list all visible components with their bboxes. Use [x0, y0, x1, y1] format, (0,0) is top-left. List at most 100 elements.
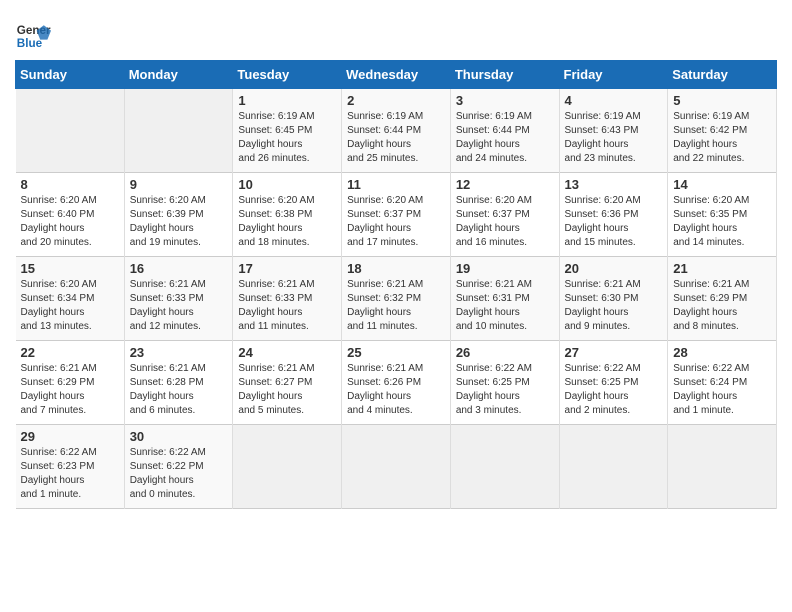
calendar-cell: 17 Sunrise: 6:21 AMSunset: 6:33 PMDaylig… — [233, 257, 342, 341]
calendar-cell: 1 Sunrise: 6:19 AMSunset: 6:45 PMDayligh… — [233, 89, 342, 173]
header-cell-sunday: Sunday — [16, 61, 125, 89]
calendar-cell — [124, 89, 233, 173]
cell-details: Sunrise: 6:21 AMSunset: 6:33 PMDaylight … — [130, 279, 206, 332]
cell-details: Sunrise: 6:21 AMSunset: 6:28 PMDaylight … — [130, 363, 206, 416]
day-number: 21 — [673, 261, 771, 276]
calendar-cell: 10 Sunrise: 6:20 AMSunset: 6:38 PMDaylig… — [233, 173, 342, 257]
day-number: 2 — [347, 93, 445, 108]
calendar-week-row: 22 Sunrise: 6:21 AMSunset: 6:29 PMDaylig… — [16, 341, 777, 425]
calendar-cell: 14 Sunrise: 6:20 AMSunset: 6:35 PMDaylig… — [668, 173, 777, 257]
day-number: 14 — [673, 177, 771, 192]
day-number: 5 — [673, 93, 771, 108]
day-number: 1 — [238, 93, 336, 108]
calendar-cell: 12 Sunrise: 6:20 AMSunset: 6:37 PMDaylig… — [450, 173, 559, 257]
calendar-cell: 26 Sunrise: 6:22 AMSunset: 6:25 PMDaylig… — [450, 341, 559, 425]
cell-details: Sunrise: 6:20 AMSunset: 6:36 PMDaylight … — [565, 195, 641, 248]
day-number: 3 — [456, 93, 554, 108]
calendar-week-row: 15 Sunrise: 6:20 AMSunset: 6:34 PMDaylig… — [16, 257, 777, 341]
cell-details: Sunrise: 6:21 AMSunset: 6:29 PMDaylight … — [21, 363, 97, 416]
calendar-cell: 23 Sunrise: 6:21 AMSunset: 6:28 PMDaylig… — [124, 341, 233, 425]
calendar-cell: 16 Sunrise: 6:21 AMSunset: 6:33 PMDaylig… — [124, 257, 233, 341]
day-number: 27 — [565, 345, 663, 360]
calendar-cell: 19 Sunrise: 6:21 AMSunset: 6:31 PMDaylig… — [450, 257, 559, 341]
cell-details: Sunrise: 6:21 AMSunset: 6:32 PMDaylight … — [347, 279, 423, 332]
calendar-cell — [450, 425, 559, 509]
cell-details: Sunrise: 6:20 AMSunset: 6:38 PMDaylight … — [238, 195, 314, 248]
cell-details: Sunrise: 6:19 AMSunset: 6:44 PMDaylight … — [456, 111, 532, 164]
calendar-week-row: 8 Sunrise: 6:20 AMSunset: 6:40 PMDayligh… — [16, 173, 777, 257]
cell-details: Sunrise: 6:20 AMSunset: 6:35 PMDaylight … — [673, 195, 749, 248]
cell-details: Sunrise: 6:22 AMSunset: 6:25 PMDaylight … — [565, 363, 641, 416]
header-cell-monday: Monday — [124, 61, 233, 89]
day-number: 11 — [347, 177, 445, 192]
calendar-header-row: SundayMondayTuesdayWednesdayThursdayFrid… — [16, 61, 777, 89]
calendar-cell: 27 Sunrise: 6:22 AMSunset: 6:25 PMDaylig… — [559, 341, 668, 425]
calendar-cell — [342, 425, 451, 509]
cell-details: Sunrise: 6:19 AMSunset: 6:44 PMDaylight … — [347, 111, 423, 164]
calendar-cell: 25 Sunrise: 6:21 AMSunset: 6:26 PMDaylig… — [342, 341, 451, 425]
day-number: 15 — [21, 261, 119, 276]
cell-details: Sunrise: 6:21 AMSunset: 6:27 PMDaylight … — [238, 363, 314, 416]
cell-details: Sunrise: 6:20 AMSunset: 6:34 PMDaylight … — [21, 279, 97, 332]
day-number: 10 — [238, 177, 336, 192]
calendar-cell: 13 Sunrise: 6:20 AMSunset: 6:36 PMDaylig… — [559, 173, 668, 257]
cell-details: Sunrise: 6:19 AMSunset: 6:42 PMDaylight … — [673, 111, 749, 164]
day-number: 29 — [21, 429, 119, 444]
calendar-cell: 20 Sunrise: 6:21 AMSunset: 6:30 PMDaylig… — [559, 257, 668, 341]
cell-details: Sunrise: 6:19 AMSunset: 6:43 PMDaylight … — [565, 111, 641, 164]
day-number: 19 — [456, 261, 554, 276]
calendar-cell: 22 Sunrise: 6:21 AMSunset: 6:29 PMDaylig… — [16, 341, 125, 425]
day-number: 24 — [238, 345, 336, 360]
calendar-cell: 2 Sunrise: 6:19 AMSunset: 6:44 PMDayligh… — [342, 89, 451, 173]
cell-details: Sunrise: 6:21 AMSunset: 6:33 PMDaylight … — [238, 279, 314, 332]
calendar-cell — [16, 89, 125, 173]
day-number: 9 — [130, 177, 228, 192]
calendar-cell — [559, 425, 668, 509]
logo: General Blue — [15, 18, 55, 54]
calendar-cell: 15 Sunrise: 6:20 AMSunset: 6:34 PMDaylig… — [16, 257, 125, 341]
calendar-cell: 8 Sunrise: 6:20 AMSunset: 6:40 PMDayligh… — [16, 173, 125, 257]
day-number: 23 — [130, 345, 228, 360]
calendar-cell: 4 Sunrise: 6:19 AMSunset: 6:43 PMDayligh… — [559, 89, 668, 173]
calendar-cell: 29 Sunrise: 6:22 AMSunset: 6:23 PMDaylig… — [16, 425, 125, 509]
cell-details: Sunrise: 6:21 AMSunset: 6:26 PMDaylight … — [347, 363, 423, 416]
generalblue-logo-icon: General Blue — [15, 18, 51, 54]
calendar-week-row: 29 Sunrise: 6:22 AMSunset: 6:23 PMDaylig… — [16, 425, 777, 509]
cell-details: Sunrise: 6:20 AMSunset: 6:40 PMDaylight … — [21, 195, 97, 248]
cell-details: Sunrise: 6:20 AMSunset: 6:37 PMDaylight … — [456, 195, 532, 248]
day-number: 8 — [21, 177, 119, 192]
day-number: 25 — [347, 345, 445, 360]
cell-details: Sunrise: 6:21 AMSunset: 6:29 PMDaylight … — [673, 279, 749, 332]
calendar-cell: 28 Sunrise: 6:22 AMSunset: 6:24 PMDaylig… — [668, 341, 777, 425]
day-number: 4 — [565, 93, 663, 108]
header-cell-thursday: Thursday — [450, 61, 559, 89]
cell-details: Sunrise: 6:20 AMSunset: 6:37 PMDaylight … — [347, 195, 423, 248]
svg-text:Blue: Blue — [17, 37, 43, 50]
day-number: 22 — [21, 345, 119, 360]
page-header: General Blue — [15, 10, 777, 54]
day-number: 17 — [238, 261, 336, 276]
calendar-cell: 5 Sunrise: 6:19 AMSunset: 6:42 PMDayligh… — [668, 89, 777, 173]
day-number: 30 — [130, 429, 228, 444]
cell-details: Sunrise: 6:20 AMSunset: 6:39 PMDaylight … — [130, 195, 206, 248]
header-cell-tuesday: Tuesday — [233, 61, 342, 89]
calendar-cell: 30 Sunrise: 6:22 AMSunset: 6:22 PMDaylig… — [124, 425, 233, 509]
calendar-table: SundayMondayTuesdayWednesdayThursdayFrid… — [15, 60, 777, 509]
calendar-cell: 24 Sunrise: 6:21 AMSunset: 6:27 PMDaylig… — [233, 341, 342, 425]
calendar-week-row: 1 Sunrise: 6:19 AMSunset: 6:45 PMDayligh… — [16, 89, 777, 173]
calendar-cell — [668, 425, 777, 509]
cell-details: Sunrise: 6:22 AMSunset: 6:23 PMDaylight … — [21, 447, 97, 500]
cell-details: Sunrise: 6:21 AMSunset: 6:31 PMDaylight … — [456, 279, 532, 332]
cell-details: Sunrise: 6:21 AMSunset: 6:30 PMDaylight … — [565, 279, 641, 332]
cell-details: Sunrise: 6:19 AMSunset: 6:45 PMDaylight … — [238, 111, 314, 164]
cell-details: Sunrise: 6:22 AMSunset: 6:22 PMDaylight … — [130, 447, 206, 500]
calendar-cell: 3 Sunrise: 6:19 AMSunset: 6:44 PMDayligh… — [450, 89, 559, 173]
day-number: 20 — [565, 261, 663, 276]
calendar-cell: 18 Sunrise: 6:21 AMSunset: 6:32 PMDaylig… — [342, 257, 451, 341]
calendar-cell: 11 Sunrise: 6:20 AMSunset: 6:37 PMDaylig… — [342, 173, 451, 257]
header-cell-saturday: Saturday — [668, 61, 777, 89]
day-number: 18 — [347, 261, 445, 276]
header-cell-wednesday: Wednesday — [342, 61, 451, 89]
day-number: 26 — [456, 345, 554, 360]
header-cell-friday: Friday — [559, 61, 668, 89]
